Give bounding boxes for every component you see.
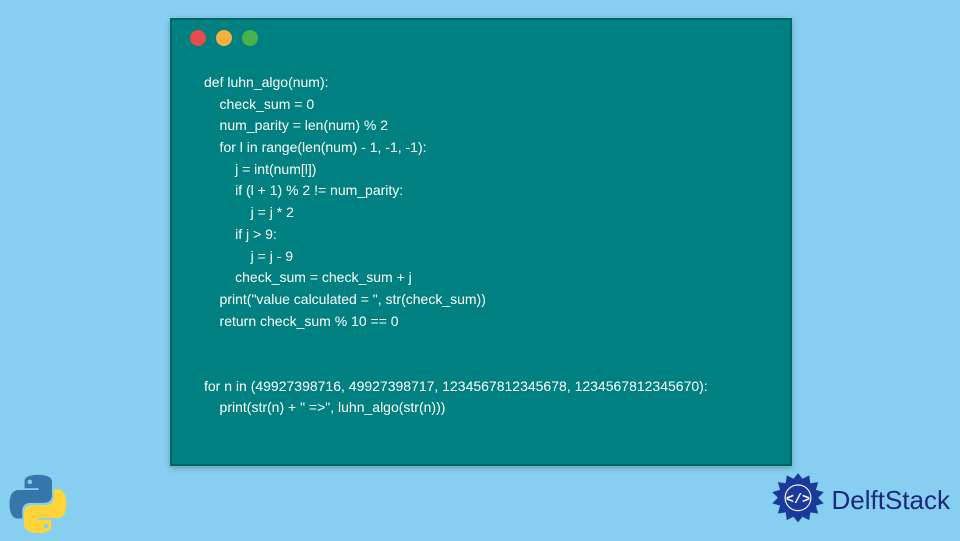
minimize-dot-icon xyxy=(216,30,232,46)
window-titlebar xyxy=(172,20,790,56)
brand-gear-icon: </> xyxy=(770,472,826,528)
zoom-dot-icon xyxy=(242,30,258,46)
brand-name: DelftStack xyxy=(832,485,951,516)
close-dot-icon xyxy=(190,30,206,46)
python-logo-icon xyxy=(6,472,70,536)
brand-badge: </> DelftStack xyxy=(770,472,951,528)
code-window: def luhn_algo(num): check_sum = 0 num_pa… xyxy=(170,18,792,466)
svg-text:</>: </> xyxy=(785,493,809,508)
code-content: def luhn_algo(num): check_sum = 0 num_pa… xyxy=(172,56,790,431)
